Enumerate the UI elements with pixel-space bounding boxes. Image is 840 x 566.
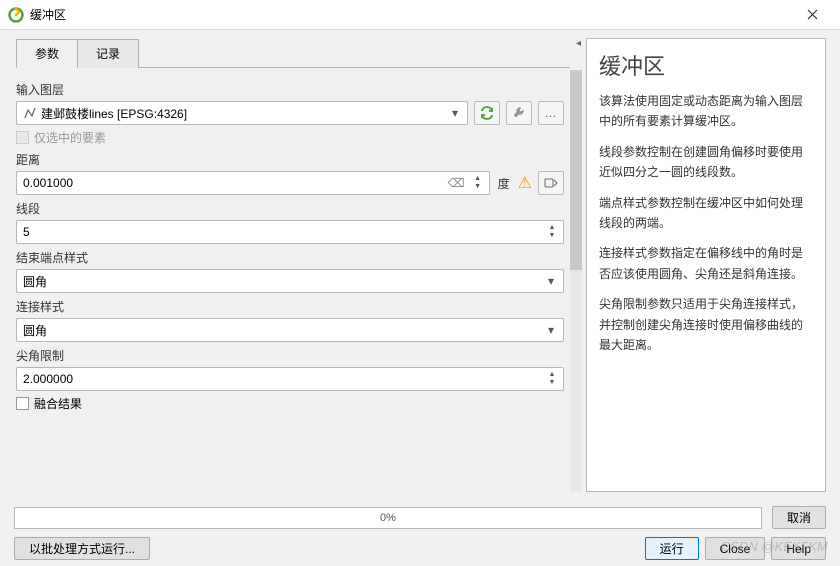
help-text: 尖角限制参数只适用于尖角连接样式，并控制创建尖角连接时使用偏移曲线的最大距离。 (599, 294, 813, 355)
dissolve-label: 融合结果 (34, 395, 82, 412)
chevron-down-icon: ▾ (447, 105, 463, 121)
endcap-label: 结束端点样式 (16, 249, 564, 266)
warning-icon: ⚠ (518, 173, 532, 193)
data-defined-button[interactable] (538, 171, 564, 195)
ellipsis-icon: … (545, 106, 558, 120)
title-bar: 缓冲区 (0, 0, 840, 30)
miter-label: 尖角限制 (16, 347, 564, 364)
scrollbar[interactable] (570, 70, 582, 492)
miter-spinner[interactable]: ▲▼ (545, 371, 559, 387)
window-title: 缓冲区 (30, 6, 792, 23)
clear-icon[interactable]: ⌫ (444, 176, 469, 190)
browse-button[interactable]: … (538, 101, 564, 125)
help-title: 缓冲区 (599, 49, 813, 81)
segments-label: 线段 (16, 200, 564, 217)
run-button[interactable]: 运行 (645, 537, 699, 560)
form-area: 输入图层 建邺鼓楼lines [EPSG:4326] ▾ … (16, 76, 570, 492)
miter-value: 2.000000 (23, 372, 543, 386)
iterate-button[interactable] (474, 101, 500, 125)
main-content: 参数 记录 输入图层 建邺鼓楼lines [EPSG:4326] ▾ (0, 30, 840, 500)
segments-input[interactable]: 5 ▲▼ (16, 220, 564, 244)
join-combo[interactable]: 圆角 ▾ (16, 318, 564, 342)
help-panel: ◂ 缓冲区 该算法使用固定或动态距离为输入图层中的所有要素计算缓冲区。 线段参数… (582, 30, 840, 500)
selected-only-checkbox (16, 131, 29, 144)
wrench-icon (512, 106, 526, 120)
endcap-value: 圆角 (23, 273, 47, 290)
app-icon (8, 7, 24, 23)
join-label: 连接样式 (16, 298, 564, 315)
join-value: 圆角 (23, 322, 47, 339)
close-button[interactable]: Close (705, 537, 766, 560)
tab-parameters[interactable]: 参数 (16, 39, 78, 68)
help-text: 该算法使用固定或动态距离为输入图层中的所有要素计算缓冲区。 (599, 91, 813, 132)
close-window-button[interactable] (792, 1, 832, 29)
chevron-down-icon: ▾ (543, 273, 559, 289)
collapse-handle[interactable]: ◂ (576, 38, 581, 49)
distance-spinner[interactable]: ▲▼ (471, 175, 485, 191)
tab-log[interactable]: 记录 (77, 39, 139, 68)
help-box: 缓冲区 该算法使用固定或动态距离为输入图层中的所有要素计算缓冲区。 线段参数控制… (586, 38, 826, 492)
endcap-combo[interactable]: 圆角 ▾ (16, 269, 564, 293)
batch-button[interactable]: 以批处理方式运行... (14, 537, 150, 560)
help-button[interactable]: Help (771, 537, 826, 560)
miter-input[interactable]: 2.000000 ▲▼ (16, 367, 564, 391)
progress-bar: 0% (14, 507, 762, 529)
parameters-panel: 参数 记录 输入图层 建邺鼓楼lines [EPSG:4326] ▾ (0, 30, 582, 500)
settings-button[interactable] (506, 101, 532, 125)
help-text: 连接样式参数指定在偏移线中的角时是否应该使用圆角、尖角还是斜角连接。 (599, 243, 813, 284)
cancel-button[interactable]: 取消 (772, 506, 826, 529)
iterate-icon (479, 106, 495, 120)
progress-text: 0% (380, 512, 396, 524)
distance-unit: 度 (496, 175, 512, 192)
input-layer-value: 建邺鼓楼lines [EPSG:4326] (41, 105, 187, 122)
distance-label: 距离 (16, 151, 564, 168)
close-icon (807, 9, 818, 20)
segments-value: 5 (23, 225, 543, 239)
chevron-down-icon: ▾ (543, 322, 559, 338)
distance-input[interactable]: 0.001000 ⌫ ▲▼ (16, 171, 490, 195)
distance-value: 0.001000 (23, 176, 444, 190)
input-layer-combo[interactable]: 建邺鼓楼lines [EPSG:4326] ▾ (16, 101, 468, 125)
help-text: 线段参数控制在创建圆角偏移时要使用近似四分之一圆的线段数。 (599, 142, 813, 183)
dissolve-checkbox[interactable] (16, 397, 29, 410)
tab-bar: 参数 记录 (16, 38, 570, 68)
selected-only-label: 仅选中的要素 (34, 129, 106, 146)
line-layer-icon (23, 106, 37, 120)
expression-icon (544, 177, 558, 189)
help-text: 端点样式参数控制在缓冲区中如何处理线段的两端。 (599, 193, 813, 234)
bottom-area: 0% 取消 以批处理方式运行... 运行 Close Help (0, 500, 840, 566)
segments-spinner[interactable]: ▲▼ (545, 224, 559, 240)
input-layer-label: 输入图层 (16, 81, 564, 98)
